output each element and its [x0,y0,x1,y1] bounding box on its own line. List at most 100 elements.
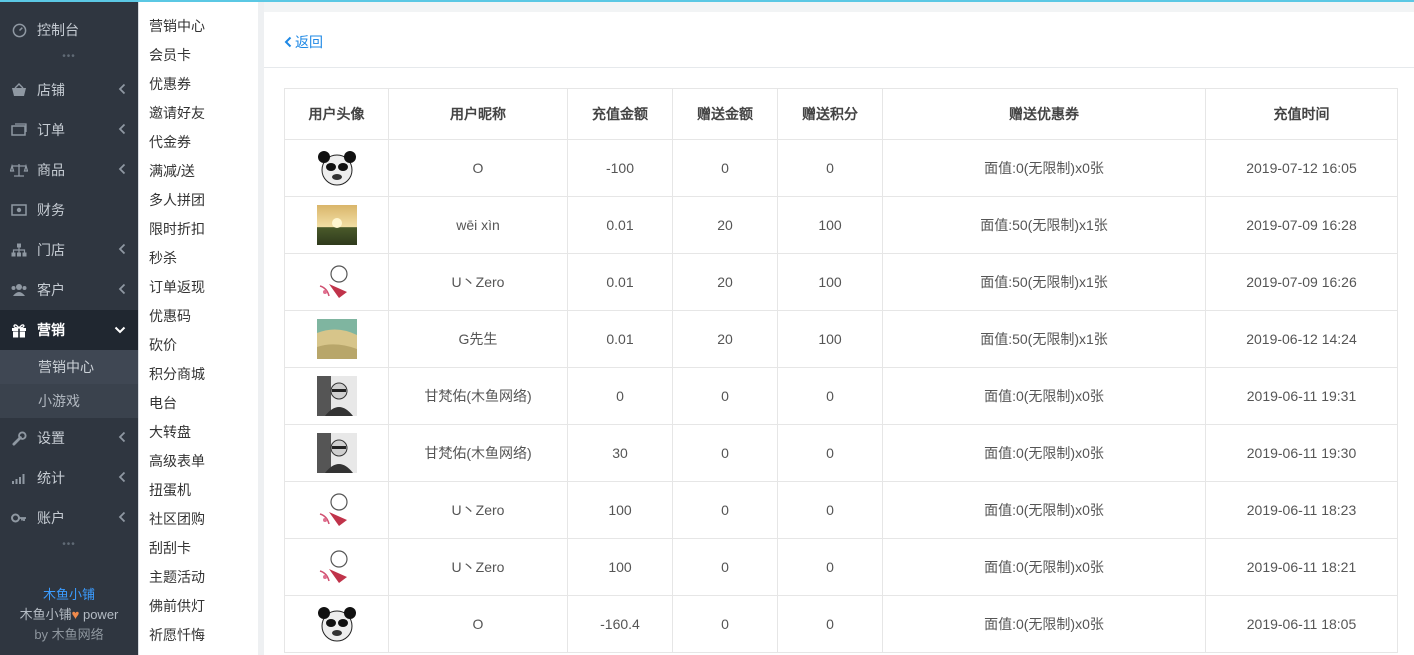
avatar [316,604,357,644]
cell-bonus: 0 [672,481,778,539]
cell-coupon: 面值:0(无限制)x0张 [882,481,1206,539]
scale-icon [10,162,28,178]
table-row: U丶Zero 100 0 0 面值:0(无限制)x0张 2019-06-11 18:21 [284,538,1398,596]
cell-amount: 0 [567,367,673,425]
cell-bonus: 0 [672,595,778,653]
subnav-item[interactable]: 代金券 [139,128,258,157]
brand-company: 木鱼网络 [51,627,104,642]
subnav-item[interactable]: 主题活动 [139,563,258,592]
brand-text: 木鱼小铺 [19,607,72,622]
sidebar-item-goods[interactable]: 商品 [0,150,138,190]
cell-nickname: U丶Zero [388,481,568,539]
cell-points: 100 [777,310,883,368]
header-divider [264,67,1414,68]
sidebar-subitem-mini-games[interactable]: 小游戏 [0,384,138,418]
cell-bonus: 0 [672,367,778,425]
sidebar-item-order[interactable]: 订单 [0,110,138,150]
cell-coupon: 面值:0(无限制)x0张 [882,139,1206,197]
column-header: 赠送优惠券 [882,88,1206,140]
subnav-item[interactable]: 限时折扣 [139,215,258,244]
back-link[interactable]: 返回 [284,32,323,52]
subnav-item[interactable]: 秒杀 [139,244,258,273]
subnav-item[interactable]: 会员卡 [139,41,258,70]
marketing-subnav: 营销中心 会员卡 优惠券 邀请好友 代金券 满减/送 多人拼团 限时折扣 秒杀 … [139,2,258,655]
sidebar-item-label: 统计 [37,470,65,486]
subnav-item[interactable]: 刮刮卡 [139,534,258,563]
chevron-left-icon [118,243,126,255]
cell-coupon: 面值:0(无限制)x0张 [882,424,1206,482]
chevron-left-icon [118,511,126,523]
users-icon [10,282,28,298]
subnav-item[interactable]: 砍价 [139,331,258,360]
cell-bonus: 0 [672,139,778,197]
gift-icon [10,322,28,338]
sidebar-item-statistics[interactable]: 统计 [0,458,138,498]
cell-amount: 0.01 [567,196,673,254]
subnav-item[interactable]: 营销中心 [139,12,258,41]
sidebar-item-settings[interactable]: 设置 [0,418,138,458]
avatar [316,376,357,416]
sidebar-item-customer[interactable]: 客户 [0,270,138,310]
subnav-item[interactable]: 满减/送 [139,157,258,186]
cell-points: 100 [777,253,883,311]
subnav-item[interactable]: 多人拼团 [139,186,258,215]
sidebar-item-account[interactable]: 账户 [0,498,138,538]
cell-bonus: 20 [672,196,778,254]
subnav-item[interactable]: 大转盘 [139,418,258,447]
avatar-cell [284,538,389,596]
table-row: O -100 0 0 面值:0(无限制)x0张 2019-07-12 16:05 [284,139,1398,197]
sidebar-item-label: 设置 [37,430,65,446]
sitemap-icon [10,242,28,258]
sidebar-item-store[interactable]: 门店 [0,230,138,270]
subnav-item[interactable]: 佛前供灯 [139,592,258,621]
cell-time: 2019-06-11 19:31 [1205,367,1398,425]
sidebar-item-marketing[interactable]: 营销 [0,310,138,350]
cell-coupon: 面值:0(无限制)x0张 [882,367,1206,425]
avatar [316,148,357,188]
subnav-item[interactable]: 扭蛋机 [139,476,258,505]
avatar [316,319,357,359]
table-row: G先生 0.01 20 100 面值:50(无限制)x1张 2019-06-12 14:2… [284,310,1398,368]
cell-nickname: O [388,139,568,197]
sidebar-item-label: 门店 [37,242,65,258]
subnav-item[interactable]: 优惠码 [139,302,258,331]
cell-time: 2019-07-09 16:26 [1205,253,1398,311]
sidebar-subitem-marketing-center[interactable]: 营销中心 [0,350,138,384]
avatar-cell [284,481,389,539]
subnav-item[interactable]: 祈愿忏悔 [139,621,258,650]
subnav-item[interactable]: 高级表单 [139,447,258,476]
sidebar-item-finance[interactable]: 财务 [0,190,138,230]
cell-coupon: 面值:0(无限制)x0张 [882,538,1206,596]
sidebar-separator-dots: ••• [62,539,76,550]
cell-time: 2019-07-09 16:28 [1205,196,1398,254]
subnav-item[interactable]: 订单返现 [139,273,258,302]
cell-amount: 0.01 [567,310,673,368]
column-header: 用户昵称 [388,88,568,140]
table-row: 甘梵佑(木鱼网络) 30 0 0 面值:0(无限制)x0张 2019-06-11 19:3… [284,424,1398,482]
brand-name[interactable]: 木鱼小铺 [0,585,138,605]
sidebar-item-label: 订单 [37,122,65,138]
subnav-item[interactable]: 积分商城 [139,360,258,389]
table-header-row: 用户头像 用户昵称 充值金额 赠送金额 赠送积分 赠送优惠券 充值时间 [284,88,1398,140]
subnav-item[interactable]: 社区团购 [139,505,258,534]
cell-nickname: wēi xìn [388,196,568,254]
cell-coupon: 面值:0(无限制)x0张 [882,595,1206,653]
chevron-left-icon [284,36,292,48]
avatar-cell [284,253,389,311]
sidebar-item-shop[interactable]: 店铺 [0,70,138,110]
cell-points: 0 [777,595,883,653]
chevron-left-icon [118,283,126,295]
cell-nickname: G先生 [388,310,568,368]
avatar [316,433,357,473]
cell-time: 2019-06-11 18:05 [1205,595,1398,653]
avatar-cell [284,595,389,653]
sidebar-item-label: 店铺 [37,82,65,98]
subnav-item[interactable]: 邀请好友 [139,99,258,128]
column-header: 用户头像 [284,88,389,140]
subnav-item[interactable]: 优惠券 [139,70,258,99]
subnav-item[interactable]: 电台 [139,389,258,418]
avatar [316,262,357,302]
cell-amount: -100 [567,139,673,197]
cell-amount: 100 [567,481,673,539]
sidebar-item-dashboard[interactable]: 控制台 [0,10,138,50]
